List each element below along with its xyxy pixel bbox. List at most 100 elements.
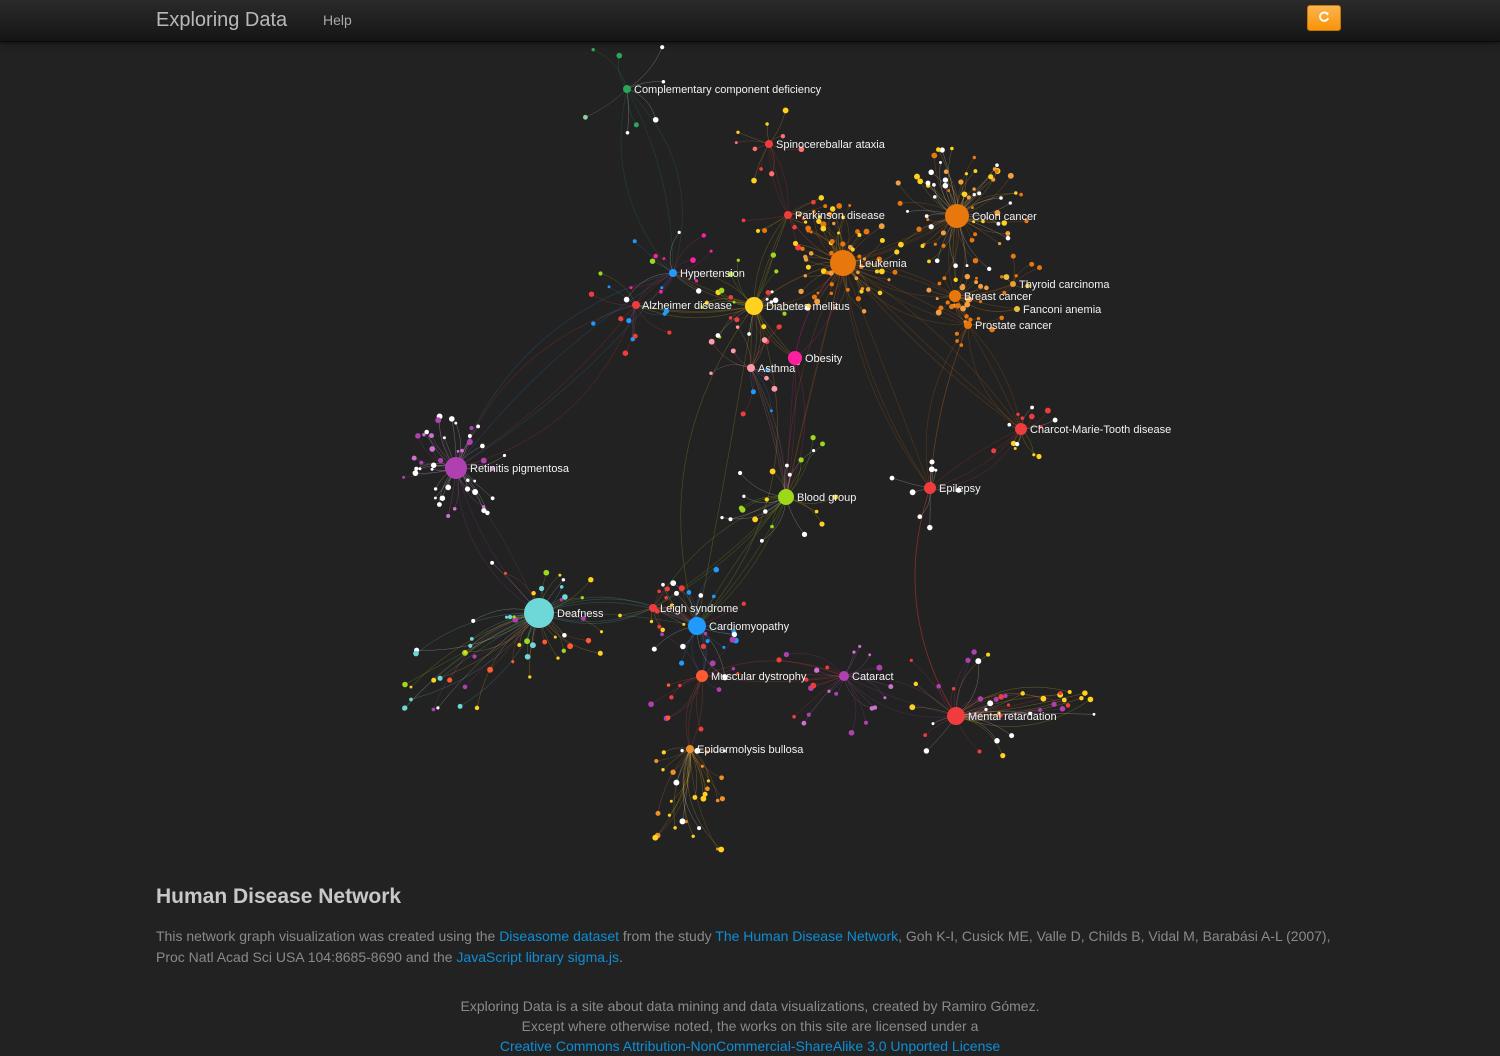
minor-node <box>710 660 716 666</box>
minor-node <box>626 318 631 323</box>
hub-node-diabetes[interactable] <box>745 297 763 315</box>
hub-label-deafness: Deafness <box>557 608 604 620</box>
brand-link[interactable]: Exploring Data <box>156 9 287 32</box>
minor-node <box>503 454 506 457</box>
hub-node-blood[interactable] <box>778 489 794 505</box>
disease-network-graph[interactable]: Complementary component deficiencySpinoc… <box>0 42 1500 872</box>
minor-node <box>468 434 472 438</box>
minor-node <box>832 222 835 225</box>
hub-node-epidermolysis[interactable] <box>686 745 694 753</box>
minor-node <box>837 232 840 235</box>
minor-node <box>864 229 870 235</box>
nav-help-link[interactable]: Help <box>323 12 352 28</box>
minor-node <box>661 768 664 771</box>
hub-label-obesity: Obesity <box>805 353 843 365</box>
diseasome-dataset-link[interactable]: Diseasome dataset <box>499 928 619 944</box>
hub-node-breast[interactable] <box>949 290 961 302</box>
minor-node <box>436 706 439 709</box>
minor-node <box>435 417 441 423</box>
minor-node <box>447 678 452 683</box>
minor-node <box>944 169 949 174</box>
graph-edge <box>751 368 786 497</box>
hub-node-muscular[interactable] <box>696 670 708 682</box>
graph-edge <box>751 368 786 497</box>
minor-node <box>702 233 706 237</box>
human-disease-network-link[interactable]: The Human Disease Network <box>715 928 898 944</box>
minor-node <box>1066 703 1071 708</box>
minor-node <box>932 183 936 187</box>
hub-label-cataract: Cataract <box>852 671 894 683</box>
minor-node <box>562 594 568 600</box>
minor-node <box>633 239 637 243</box>
graph-edge <box>738 132 769 144</box>
minor-node <box>1079 696 1083 700</box>
minor-node <box>728 517 732 521</box>
minor-node <box>825 665 829 669</box>
minor-node <box>413 470 419 476</box>
minor-node <box>953 263 958 268</box>
hub-node-hypertension[interactable] <box>669 269 677 277</box>
minor-node <box>998 694 1003 699</box>
minor-node <box>458 704 463 709</box>
hub-node-complementary[interactable] <box>623 85 631 93</box>
hub-label-leigh: Leigh syndrome <box>660 603 738 615</box>
minor-node <box>914 174 920 180</box>
minor-node <box>961 284 965 288</box>
minor-node <box>852 650 855 653</box>
hub-node-deafness[interactable] <box>524 598 554 628</box>
hub-node-cmt[interactable] <box>1015 423 1027 435</box>
minor-node <box>446 514 450 518</box>
minor-node <box>659 290 663 294</box>
minor-node <box>1016 413 1019 416</box>
minor-node <box>717 687 722 692</box>
hub-node-prostate[interactable] <box>964 321 972 329</box>
hub-node-alzheimer[interactable] <box>632 301 640 309</box>
hub-node-spino[interactable] <box>765 140 773 148</box>
graph-edge <box>769 144 788 215</box>
graph-edge <box>843 263 930 488</box>
hub-node-epilepsy[interactable] <box>924 482 936 494</box>
minor-node <box>464 651 467 654</box>
graph-edge <box>627 89 629 133</box>
hub-node-asthma[interactable] <box>747 364 755 372</box>
minor-node <box>470 637 474 641</box>
minor-node <box>402 476 405 479</box>
minor-node <box>936 684 941 689</box>
license-link[interactable]: Creative Commons Attribution-NonCommerci… <box>500 1038 1000 1054</box>
hub-node-thyroid[interactable] <box>1010 281 1016 287</box>
minor-node <box>815 510 819 514</box>
minor-node <box>807 713 811 717</box>
hub-node-fanconi[interactable] <box>1014 306 1020 312</box>
hub-node-colon[interactable] <box>945 204 969 228</box>
graph-edge <box>843 263 930 488</box>
graph-edge <box>456 273 673 468</box>
hub-node-cataract[interactable] <box>839 671 849 681</box>
minor-node <box>798 457 803 462</box>
minor-node <box>698 593 703 598</box>
refresh-button[interactable] <box>1307 5 1341 31</box>
minor-node <box>556 656 559 659</box>
hub-node-cardio[interactable] <box>688 617 706 635</box>
minor-node <box>924 748 929 753</box>
hub-node-retinitis[interactable] <box>445 457 467 479</box>
hub-node-parkinson[interactable] <box>784 211 792 219</box>
minor-node <box>586 638 591 643</box>
page-title: Human Disease Network <box>156 885 1346 909</box>
minor-node <box>402 682 408 688</box>
minor-node <box>600 630 603 633</box>
hub-node-leukemia[interactable] <box>830 250 856 276</box>
minor-node <box>965 274 971 280</box>
minor-node <box>774 269 778 273</box>
minor-node <box>941 230 946 235</box>
minor-node <box>467 439 473 445</box>
minor-node <box>701 796 707 802</box>
sigma-js-link[interactable]: JavaScript library sigma.js <box>456 949 619 965</box>
minor-node <box>475 706 479 710</box>
minor-node <box>1060 706 1066 712</box>
minor-node <box>415 433 421 439</box>
minor-node <box>840 241 845 246</box>
minor-node <box>1036 454 1041 459</box>
minor-node <box>834 692 838 696</box>
hub-node-mental[interactable] <box>947 707 965 725</box>
hub-node-leigh[interactable] <box>649 604 657 612</box>
